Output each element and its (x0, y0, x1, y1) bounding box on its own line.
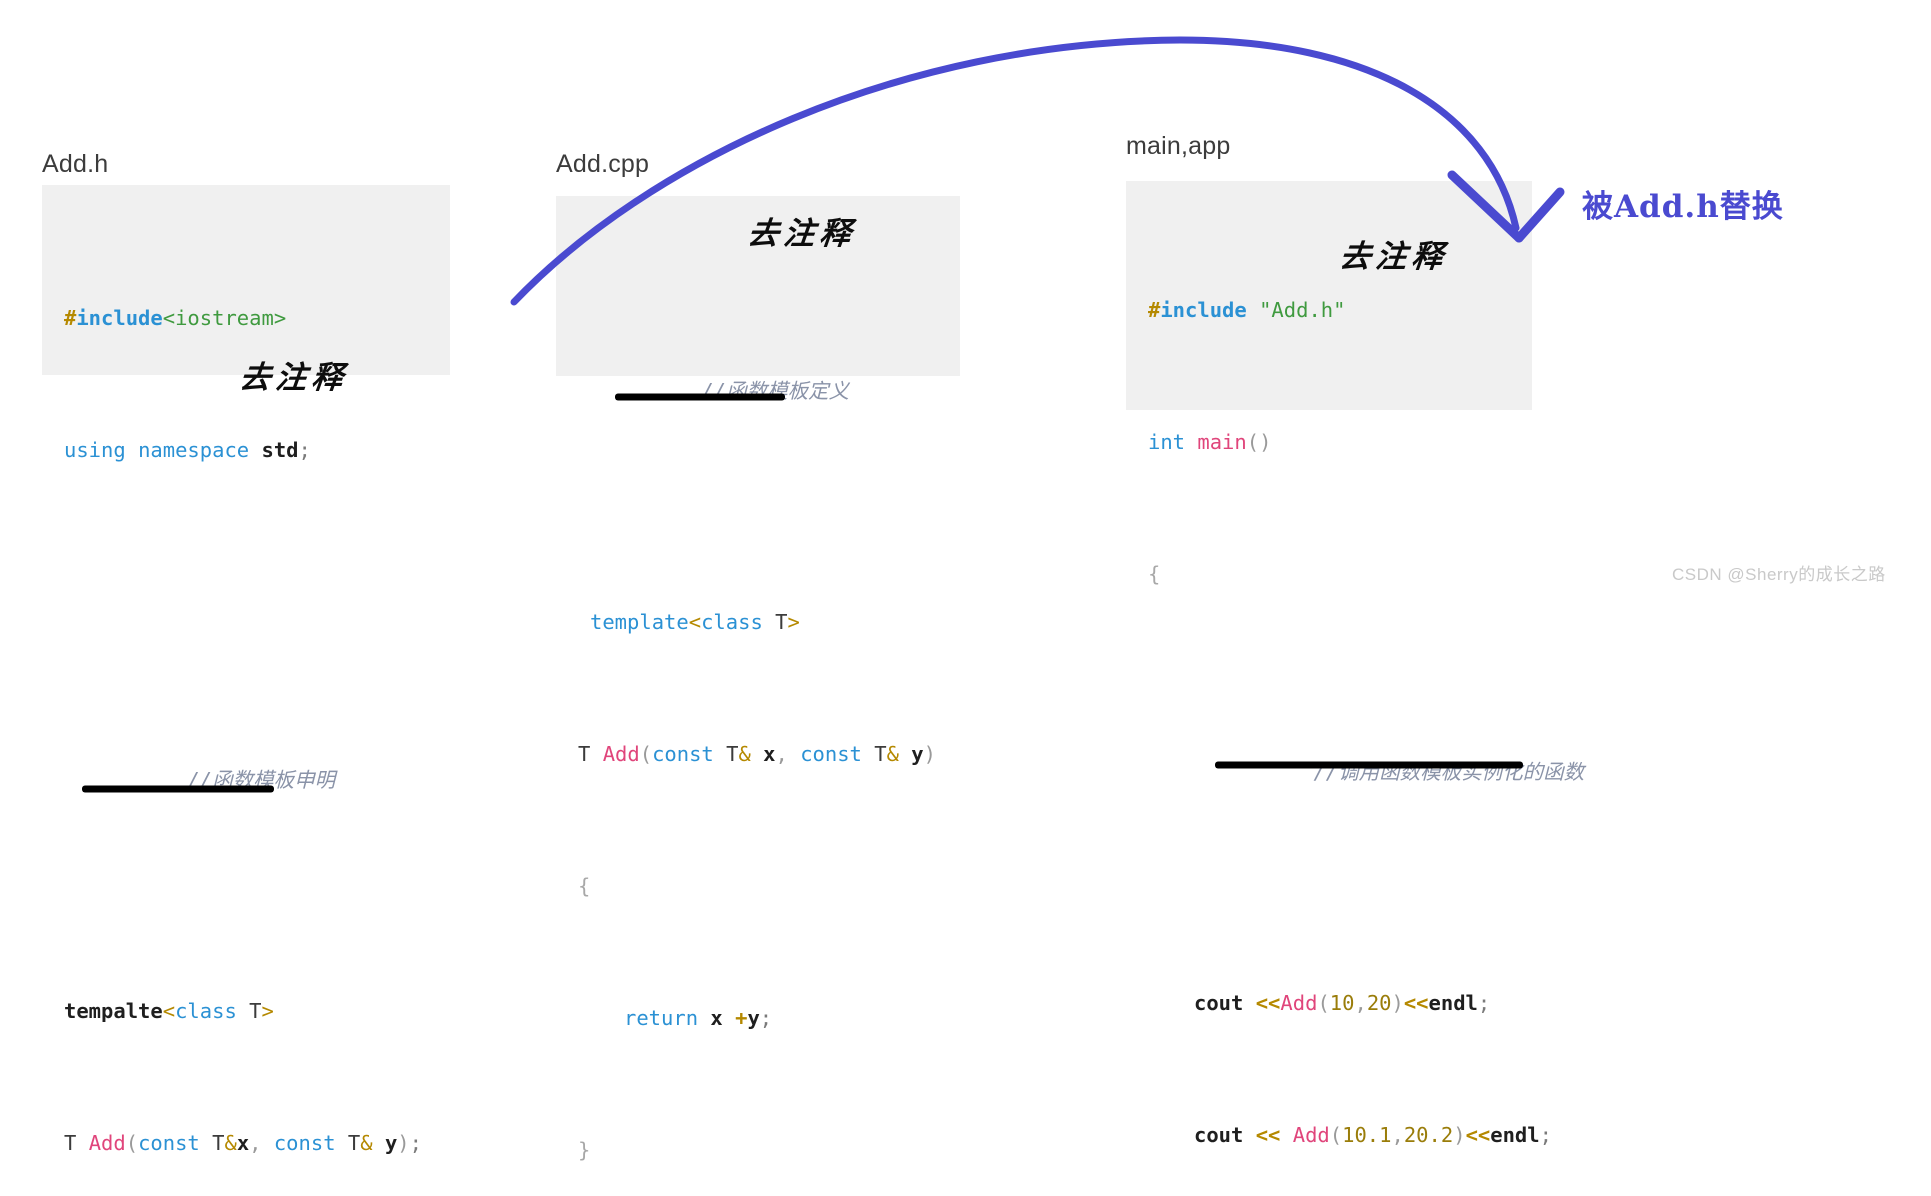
annotation-replaced-by-add-h: 被Add.h替换 (1582, 189, 1784, 225)
csdn-watermark: CSDN @Sherry的成长之路 (1672, 565, 1886, 584)
code-line: } (578, 1138, 591, 1162)
code-line-comment: //函数模板定义 (578, 309, 938, 507)
file-label-add-cpp: Add.cpp (556, 150, 650, 178)
code-line: { (1148, 562, 1161, 586)
strikethrough-line (82, 785, 275, 793)
code-line: using namespace std; (64, 438, 311, 462)
code-line: #include "Add.h" (1148, 298, 1346, 322)
code-panel-main-app: #include "Add.h" int main() { //调用函数模板实例… (1126, 181, 1584, 1147)
annotation-remove-comment-2: 去注释 (745, 216, 858, 252)
code-line: return x +y; (624, 1006, 773, 1030)
code-line-comment: //调用函数模板实例化的函数 (1148, 690, 1584, 888)
file-label-main-app: main,app (1126, 132, 1231, 160)
code-line: cout << Add(10.1,20.2)<<endl; (1194, 1123, 1552, 1147)
file-label-add-h: Add.h (42, 150, 109, 178)
annotation-remove-comment-3: 去注释 (1337, 239, 1450, 275)
annotation-remove-comment-1: 去注释 (237, 360, 350, 396)
strikethrough-line (1215, 761, 1524, 769)
strikethrough-line (615, 393, 786, 401)
code-line: cout <<Add(10,20)<<endl; (1194, 991, 1491, 1015)
code-line-comment: //函数模板申明 (64, 698, 428, 896)
code-line: template<class T> (590, 610, 800, 634)
code-line: T Add(const T& x, const T& y) (578, 742, 936, 766)
code-panel-add-h: #include<iostream> using namespace std; … (42, 185, 450, 1155)
code-line: #include<iostream> (64, 306, 287, 330)
code-line: { (578, 874, 591, 898)
code-line: T Add(const T&x, const T& y); (64, 1131, 422, 1155)
code-line: int main() (1148, 430, 1272, 454)
code-line: tempalte<class T> (64, 999, 274, 1023)
